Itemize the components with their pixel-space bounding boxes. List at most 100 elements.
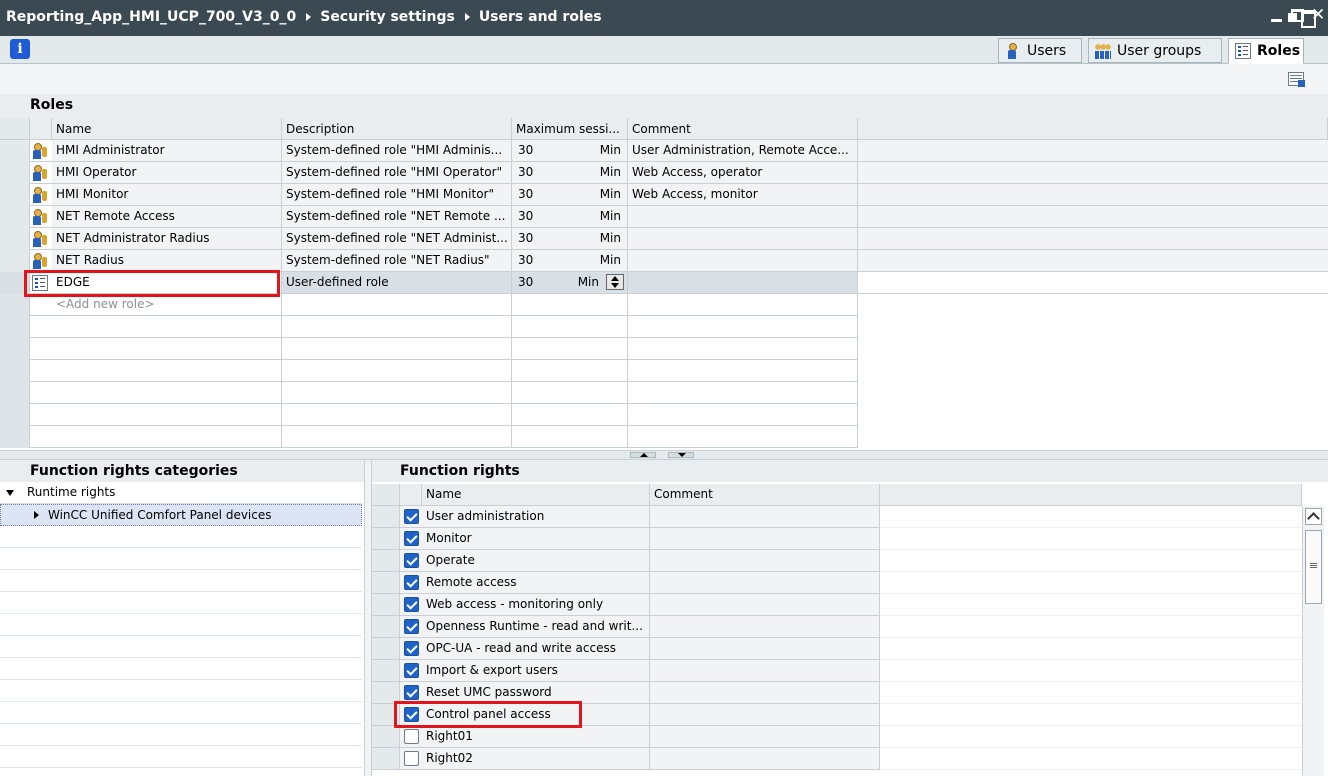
role-name-cell[interactable]: HMI Operator [52,162,282,184]
function-right-name-cell[interactable]: Monitor [400,528,650,550]
function-right-checkbox[interactable] [404,531,419,546]
role-name-cell[interactable]: NET Radius [52,250,282,272]
fr-column-header-name[interactable]: Name [422,484,650,506]
role-max-session-cell[interactable]: 30 Min [512,184,628,206]
function-right-checkbox[interactable] [404,597,419,612]
row-selector[interactable] [372,748,400,770]
row-selector[interactable] [0,184,30,206]
breadcrumb-project[interactable]: Reporting_App_HMI_UCP_700_V3_0_0 [6,9,296,25]
collapse-up-icon[interactable] [630,452,656,458]
scroll-up-icon[interactable] [1305,508,1322,525]
function-right-comment-cell[interactable] [650,528,880,550]
row-selector[interactable] [372,726,400,748]
role-max-session-cell[interactable]: 30 Min [512,162,628,184]
row-selector[interactable] [372,616,400,638]
role-name-cell[interactable]: NET Remote Access [52,206,282,228]
function-right-comment-cell[interactable] [650,638,880,660]
table-row[interactable]: HMI Administrator System-defined role "HM… [0,140,1328,162]
role-description-cell[interactable]: System-defined role "HMI Monitor" [282,184,512,206]
function-right-name-cell[interactable]: Right02 [400,748,650,770]
export-icon[interactable] [1288,72,1305,87]
function-right-name-cell[interactable]: Web access - monitoring only [400,594,650,616]
tab-roles[interactable]: Roles [1228,38,1304,64]
role-max-session-cell[interactable]: 30 Min [512,206,628,228]
role-description-cell[interactable]: System-defined role "NET Remote ... [282,206,512,228]
row-selector[interactable] [372,638,400,660]
function-right-checkbox[interactable] [404,553,419,568]
function-right-row[interactable]: User administration [372,506,1302,528]
role-comment-cell[interactable] [628,250,858,272]
row-selector[interactable] [0,250,30,272]
column-header-max-session[interactable]: Maximum sessi... [512,118,628,140]
fr-column-header-comment[interactable]: Comment [650,484,880,506]
function-right-row[interactable]: Remote access [372,572,1302,594]
row-selector[interactable] [372,594,400,616]
function-right-comment-cell[interactable] [650,550,880,572]
row-header[interactable] [0,162,52,184]
function-right-comment-cell[interactable] [650,594,880,616]
row-header[interactable] [0,140,52,162]
row-header[interactable] [0,228,52,250]
table-row[interactable]: HMI Operator System-defined role "HMI Ope… [0,162,1328,184]
role-description-cell[interactable]: System-defined role "NET Radius" [282,250,512,272]
info-icon[interactable]: i [10,39,30,59]
role-description-cell[interactable]: System-defined role "NET Administ... [282,228,512,250]
column-header-description[interactable]: Description [282,118,512,140]
collapse-down-icon[interactable] [668,452,694,458]
function-rights-scrollbar[interactable] [1302,506,1324,776]
function-right-checkbox[interactable] [404,641,419,656]
function-right-row[interactable]: Web access - monitoring only [372,594,1302,616]
row-header[interactable] [0,184,52,206]
add-new-role-row[interactable]: <Add new role> [0,294,1328,316]
role-comment-cell[interactable]: Web Access, monitor [628,184,858,206]
function-right-name-cell[interactable]: Remote access [400,572,650,594]
row-header[interactable] [0,206,52,228]
function-right-row[interactable]: OPC-UA - read and write access [372,638,1302,660]
row-selector[interactable] [372,660,400,682]
function-right-row[interactable]: Operate [372,550,1302,572]
function-right-comment-cell[interactable] [650,572,880,594]
function-right-checkbox[interactable] [404,685,419,700]
role-description-cell[interactable]: System-defined role "HMI Adminis... [282,140,512,162]
function-right-comment-cell[interactable] [650,748,880,770]
function-right-row[interactable]: Openness Runtime - read and writ... [372,616,1302,638]
close-icon[interactable]: ✕ [1311,5,1325,25]
row-selector[interactable] [0,206,30,228]
tab-user-groups[interactable]: User groups [1088,38,1222,63]
role-description-cell[interactable]: System-defined role "HMI Operator" [282,162,512,184]
row-selector[interactable] [372,528,400,550]
role-comment-cell[interactable] [628,228,858,250]
role-max-session-cell[interactable]: 30 Min [512,250,628,272]
function-right-comment-cell[interactable] [650,726,880,748]
table-row[interactable]: HMI Monitor System-defined role "HMI Moni… [0,184,1328,206]
function-right-comment-cell[interactable] [650,704,880,726]
spinner-stepper[interactable] [606,274,624,290]
function-right-name-cell[interactable]: User administration [400,506,650,528]
table-row[interactable]: NET Remote Access System-defined role "NE… [0,206,1328,228]
row-selector[interactable] [0,228,30,250]
tree-item-wincc-unified-comfort-panel[interactable]: WinCC Unified Comfort Panel devices [0,504,362,526]
function-right-checkbox[interactable] [404,729,419,744]
function-right-checkbox[interactable] [404,575,419,590]
scroll-thumb[interactable] [1305,530,1322,604]
role-comment-cell[interactable] [628,206,858,228]
function-right-name-cell[interactable]: Operate [400,550,650,572]
role-comment-cell[interactable]: Web Access, operator [628,162,858,184]
expand-down-icon[interactable] [6,490,14,496]
function-right-name-cell[interactable]: OPC-UA - read and write access [400,638,650,660]
float-window-icon[interactable] [1287,8,1304,24]
function-right-checkbox[interactable] [404,751,419,766]
role-max-session-cell[interactable]: 30 Min [512,228,628,250]
expand-right-icon[interactable] [34,511,39,519]
add-new-role-placeholder[interactable]: <Add new role> [56,297,155,311]
function-right-row[interactable]: Right02 [372,748,1302,770]
function-right-checkbox[interactable] [404,619,419,634]
function-right-comment-cell[interactable] [650,616,880,638]
row-selector[interactable] [372,550,400,572]
row-selector[interactable] [372,506,400,528]
breadcrumb-security-settings[interactable]: Security settings [320,9,455,25]
role-max-session-cell[interactable]: 30 Min [512,140,628,162]
function-right-checkbox[interactable] [404,663,419,678]
row-selector[interactable] [0,162,30,184]
row-header[interactable] [0,250,52,272]
